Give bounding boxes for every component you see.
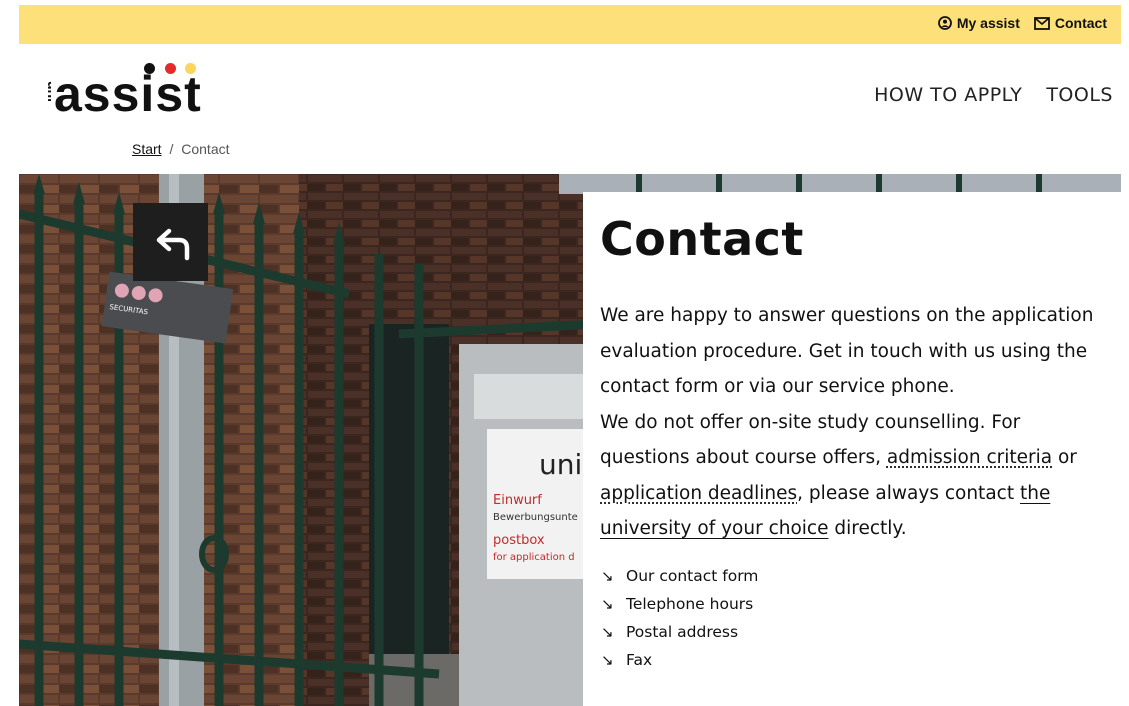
svg-text:Bewerbungsunte: Bewerbungsunte — [493, 512, 578, 523]
arrow-down-right-icon: ↘ — [601, 595, 614, 613]
nav-how-to-apply[interactable]: HOW TO APPLY — [874, 84, 1022, 106]
application-deadlines-link[interactable]: application deadlines — [600, 483, 797, 504]
arrow-down-right-icon: ↘ — [601, 651, 614, 669]
my-assist-link[interactable]: My assist — [937, 15, 1020, 31]
main-nav: HOW TO APPLY TOOLS — [874, 84, 1113, 106]
breadcrumb-current: Contact — [181, 141, 230, 157]
back-arrow-icon — [156, 228, 189, 261]
intro-paragraph-2: We do not offer on-site study counsellin… — [600, 405, 1105, 547]
intro-text: We are happy to answer questions on the … — [600, 298, 1105, 547]
para2-text-d: directly. — [828, 518, 907, 539]
contact-link[interactable]: Contact — [1033, 15, 1107, 31]
svg-text:Einwurf: Einwurf — [493, 493, 542, 508]
anchor-postal-address[interactable]: ↘ Postal address — [601, 618, 758, 646]
breadcrumb: Start / Contact — [132, 141, 230, 157]
svg-text:for application d: for application d — [493, 552, 575, 563]
contact-panel: Contact We are happy to answer questions… — [583, 192, 1129, 706]
arrow-down-right-icon: ↘ — [601, 567, 614, 585]
anchor-telephone-hours[interactable]: ↘ Telephone hours — [601, 590, 758, 618]
svg-text:uni: uni — [45, 81, 51, 102]
my-assist-label: My assist — [956, 15, 1020, 31]
para2-text-b: or — [1052, 447, 1077, 468]
envelope-icon — [1033, 16, 1050, 30]
intro-paragraph-1: We are happy to answer questions on the … — [600, 305, 1094, 397]
para2-text-c: , please always contact — [797, 482, 1020, 504]
logo-dot-yellow — [185, 63, 196, 74]
contact-label: Contact — [1054, 15, 1107, 31]
svg-text:postbox: postbox — [493, 533, 545, 548]
user-circle-icon — [937, 16, 952, 30]
anchor-label: Postal address — [626, 623, 739, 641]
anchor-label: Telephone hours — [626, 595, 754, 613]
utility-links: My assist Contact — [937, 15, 1107, 31]
anchor-links: ↘ Our contact form ↘ Telephone hours ↘ Post… — [601, 562, 758, 674]
logo-dot-black — [144, 63, 155, 74]
nav-tools[interactable]: TOOLS — [1046, 84, 1113, 106]
anchor-contact-form[interactable]: ↘ Our contact form — [601, 562, 758, 590]
page-title: Contact — [600, 212, 804, 266]
logo-dot-red — [165, 63, 176, 74]
back-button[interactable] — [133, 203, 208, 281]
uni-assist-logo[interactable]: uni assist — [37, 58, 237, 122]
anchor-fax[interactable]: ↘ Fax — [601, 646, 758, 674]
logo-word: assist — [54, 66, 202, 122]
arrow-down-right-icon: ↘ — [601, 623, 614, 641]
top-utility-bar: My assist Contact — [19, 5, 1121, 44]
anchor-label: Our contact form — [626, 567, 759, 585]
breadcrumb-separator: / — [169, 141, 174, 157]
admission-criteria-link[interactable]: admission criteria — [887, 447, 1052, 468]
logo-uni-prefix: uni — [45, 81, 51, 102]
anchor-label: Fax — [626, 651, 653, 669]
breadcrumb-start-link[interactable]: Start — [132, 141, 162, 157]
